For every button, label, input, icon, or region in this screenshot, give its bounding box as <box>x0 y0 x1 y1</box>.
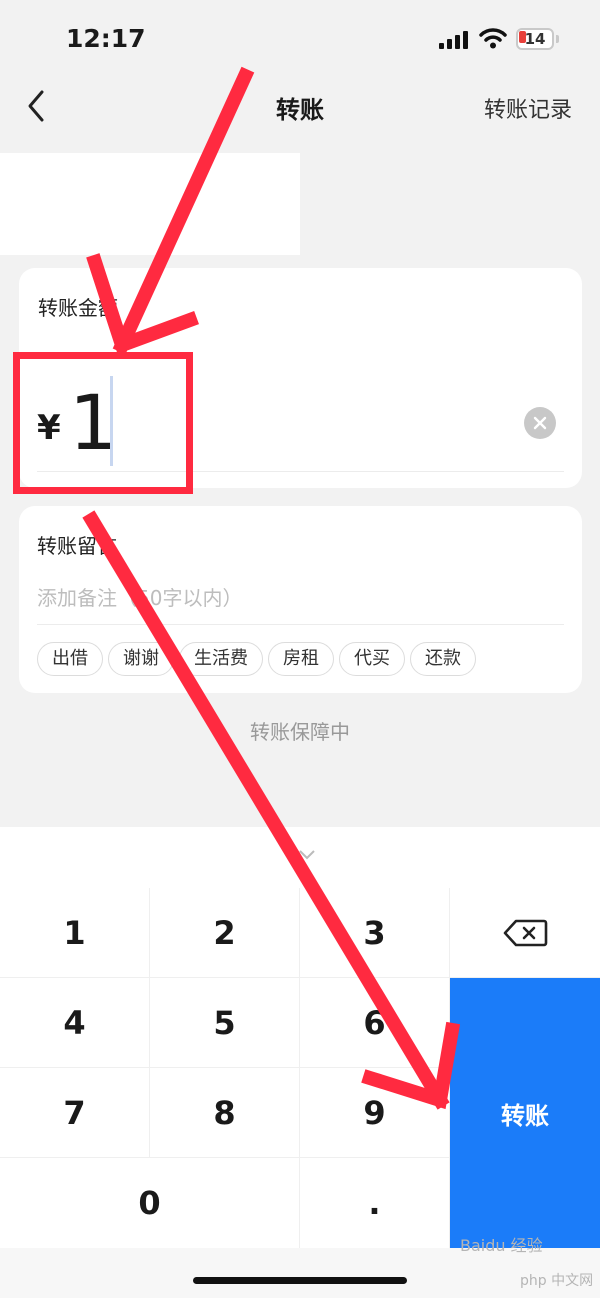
home-indicator[interactable] <box>193 1277 407 1284</box>
message-card: 转账留言 添加备注（50字以内） 出借 谢谢 生活费 房租 代买 还款 <box>19 506 582 693</box>
delete-key[interactable] <box>450 888 600 978</box>
backspace-icon <box>503 919 548 946</box>
key-6[interactable]: 6 <box>300 978 450 1068</box>
message-tag[interactable]: 谢谢 <box>108 642 174 676</box>
key-7[interactable]: 7 <box>0 1068 150 1158</box>
wifi-icon <box>479 28 507 49</box>
transfer-submit-button[interactable]: 转账 <box>450 978 600 1248</box>
battery-level: 14 <box>524 30 546 48</box>
key-3[interactable]: 3 <box>300 888 450 978</box>
battery-icon: 14 <box>516 28 560 50</box>
status-bar: 12:17 14 <box>0 0 600 80</box>
key-4[interactable]: 4 <box>0 978 150 1068</box>
watermark: Baidu 经验 <box>460 1236 543 1255</box>
message-tag[interactable]: 房租 <box>268 642 334 676</box>
chevron-down-icon[interactable] <box>298 849 316 861</box>
key-8[interactable]: 8 <box>150 1068 300 1158</box>
key-dot[interactable]: . <box>300 1158 450 1248</box>
status-time: 12:17 <box>66 24 146 53</box>
watermark: php 中文网 <box>520 1273 594 1289</box>
clear-icon[interactable] <box>524 407 556 439</box>
key-0[interactable]: 0 <box>0 1158 300 1248</box>
annotation-highlight-box <box>13 352 193 494</box>
protection-notice: 转账保障中 <box>250 720 350 744</box>
key-2[interactable]: 2 <box>150 888 300 978</box>
back-icon[interactable] <box>22 88 52 124</box>
message-label: 转账留言 <box>37 534 117 558</box>
recipient-info-block <box>0 153 300 255</box>
message-tag[interactable]: 代买 <box>339 642 405 676</box>
message-tag[interactable]: 生活费 <box>179 642 263 676</box>
signal-icon <box>439 31 468 49</box>
divider <box>37 624 564 625</box>
key-9[interactable]: 9 <box>300 1068 450 1158</box>
numeric-keyboard: 1 2 3 4 5 6 7 8 9 0 . 转账 <box>0 827 600 1248</box>
message-input[interactable]: 添加备注（50字以内） <box>37 582 242 611</box>
amount-label: 转账金额 <box>38 296 118 320</box>
key-1[interactable]: 1 <box>0 888 150 978</box>
transfer-record-link[interactable]: 转账记录 <box>484 92 572 124</box>
key-5[interactable]: 5 <box>150 978 300 1068</box>
message-tag[interactable]: 出借 <box>37 642 103 676</box>
message-tag[interactable]: 还款 <box>410 642 476 676</box>
